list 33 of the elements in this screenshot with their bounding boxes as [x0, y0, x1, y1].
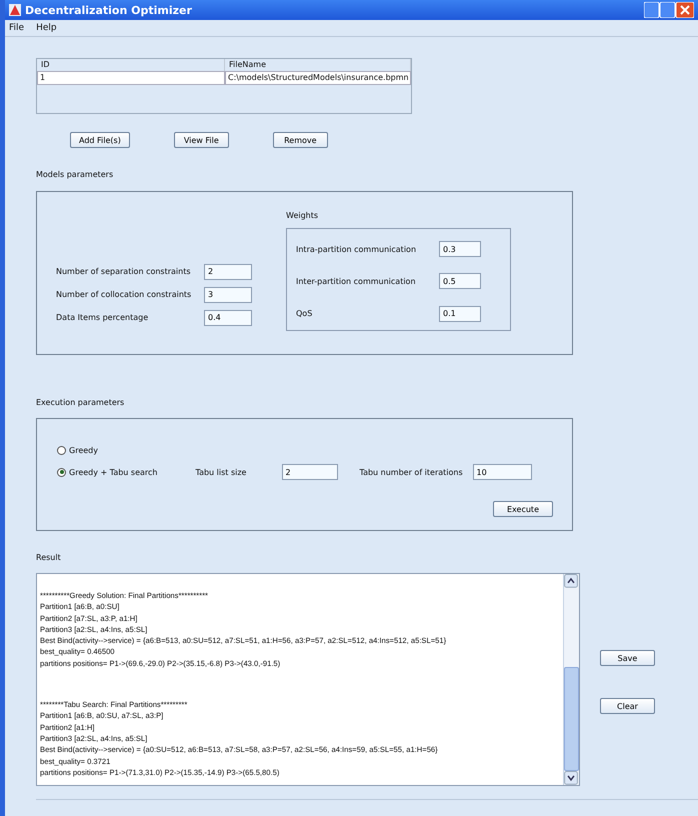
file-button[interactable]: View File	[174, 132, 229, 148]
section-title: Result	[36, 553, 62, 562]
input-field[interactable]: 3	[204, 286, 252, 302]
field-label: Tabu number of iterations	[360, 468, 464, 476]
field-label: Intra-partition communication	[296, 244, 418, 254]
file-button[interactable]: Remove	[272, 132, 328, 148]
menu-item[interactable]: Help	[36, 23, 57, 33]
input-field[interactable]: 10	[472, 464, 532, 480]
field-label: Number of collocation constraints	[56, 290, 192, 299]
result-button[interactable]: Save	[600, 650, 655, 666]
table-cell: C:\models\StructuredModels\insurance.bpmn	[225, 71, 411, 85]
input-field[interactable]: 0.5	[439, 273, 481, 290]
file-button[interactable]: Add File(s)	[70, 132, 130, 148]
field-label: QoS	[296, 309, 314, 318]
input-field[interactable]: 0.4	[204, 310, 252, 326]
radio-option[interactable]: Greedy + Tabu search	[57, 461, 158, 483]
menu-item[interactable]: File	[9, 23, 24, 33]
input-field[interactable]: 0.1	[439, 306, 481, 322]
result-button[interactable]: Clear	[600, 698, 655, 714]
field-label: Data Items percentage	[56, 313, 150, 322]
field-label: Inter-partition communication	[296, 276, 417, 286]
execute-button[interactable]: Execute	[493, 501, 553, 517]
input-field[interactable]: 2	[204, 264, 252, 280]
table-cell: 1	[37, 71, 225, 85]
section-title: Execution parameters	[36, 398, 126, 407]
window-title: Decentralization Optimizer	[25, 4, 192, 16]
group-title: Weights	[286, 211, 320, 220]
field-label: Number of separation constraints	[56, 267, 192, 276]
input-field[interactable]: 2	[282, 464, 338, 480]
section-title: Models parameters	[36, 170, 114, 179]
radio-option[interactable]: Greedy	[57, 439, 98, 461]
input-field[interactable]: 0.3	[439, 241, 481, 258]
field-label: Tabu list size	[196, 468, 248, 476]
